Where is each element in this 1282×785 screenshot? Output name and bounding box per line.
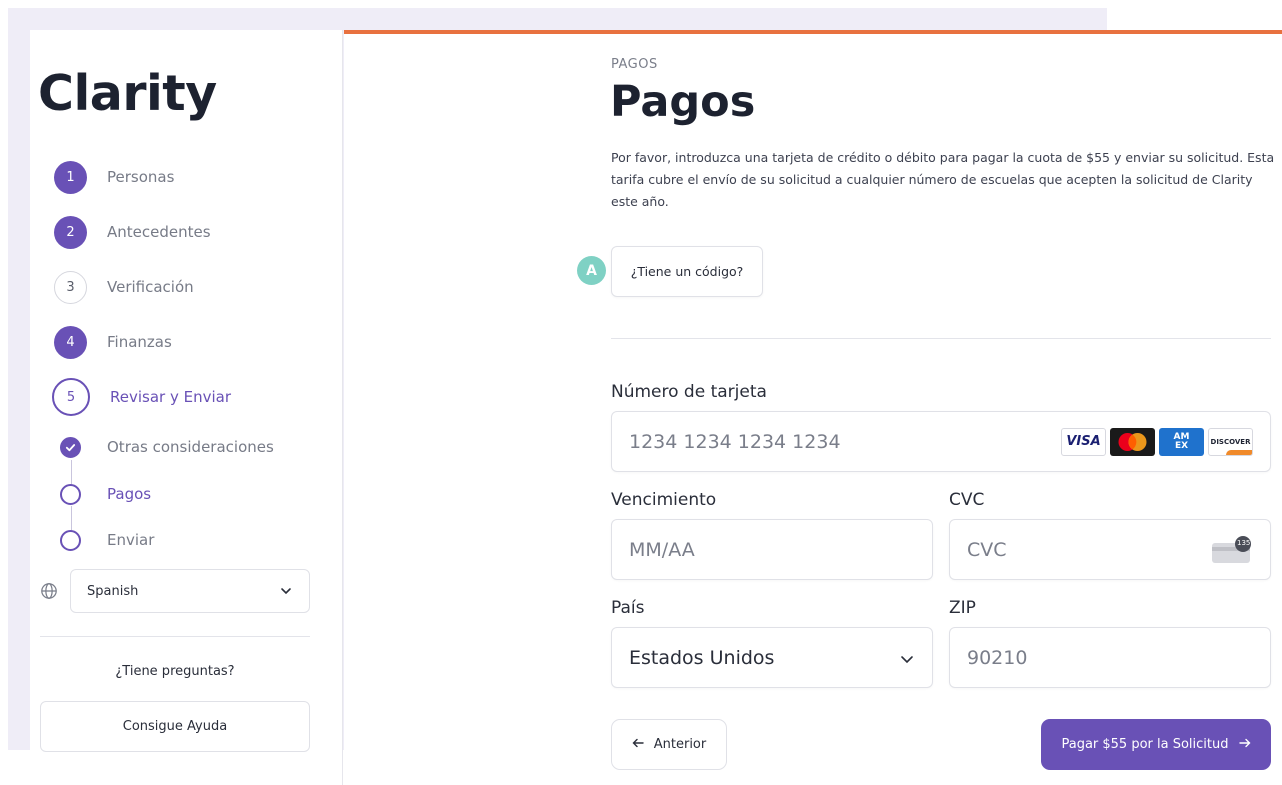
cvc-card-icon: 135: [1211, 535, 1253, 565]
check-icon: [60, 436, 81, 458]
country-select[interactable]: Estados Unidos: [611, 627, 933, 688]
globe-icon: [40, 582, 58, 600]
cvc-label: CVC: [949, 490, 985, 510]
step-label: Personas: [107, 168, 175, 186]
substep-label: Otras consideraciones: [107, 438, 274, 456]
previous-label: Anterior: [653, 737, 707, 752]
discover-icon: DISCOVER: [1208, 427, 1253, 456]
zip-label: ZIP: [949, 598, 976, 618]
language-value: Spanish: [87, 583, 139, 599]
discover-stripe: [1226, 449, 1252, 455]
brand-logo: Clarity: [38, 65, 217, 122]
expiry-label: Vencimiento: [611, 490, 717, 510]
substep-enviar[interactable]: Enviar: [60, 526, 340, 554]
visa-icon: VISA: [1061, 427, 1106, 456]
language-select[interactable]: Spanish: [70, 569, 310, 613]
amex-icon: AM EX: [1159, 427, 1204, 456]
cvc-icon-text: 135: [1237, 538, 1251, 547]
questions-text: ¿Tiene preguntas?: [115, 664, 235, 679]
promo-code-button[interactable]: ¿Tiene un código?: [611, 246, 763, 297]
top-accent-bar: [344, 30, 1282, 34]
zip-value: 90210: [967, 646, 1028, 669]
step-label: Finanzas: [107, 333, 172, 351]
country-value: Estados Unidos: [629, 646, 775, 669]
circle-icon: [60, 529, 81, 551]
amex-text-bottom: EX: [1174, 440, 1189, 451]
circle-icon: [60, 483, 81, 505]
annotation-marker: A: [577, 256, 606, 285]
discover-text: DISCOVER: [1210, 437, 1251, 446]
chevron-down-icon: [899, 650, 915, 666]
page-title: Pagos: [610, 77, 756, 127]
expiry-input[interactable]: [629, 538, 915, 561]
step-revisar-enviar[interactable]: 5 Revisar y Enviar: [52, 378, 334, 416]
card-number-label: Número de tarjeta: [611, 382, 767, 402]
step-label: Verificación: [107, 278, 194, 296]
section-divider: [611, 338, 1271, 339]
cvc-input[interactable]: [967, 538, 1211, 561]
pay-label: Pagar $55 por la Solicitud: [1061, 737, 1229, 752]
step-number: 5: [52, 378, 90, 416]
step-antecedentes[interactable]: 2 Antecedentes: [54, 214, 334, 250]
mastercard-icon: [1110, 427, 1155, 456]
previous-button[interactable]: Anterior: [611, 719, 727, 770]
substep-label: Enviar: [107, 531, 155, 549]
step-verificacion[interactable]: 3 Verificación: [54, 269, 334, 305]
sidebar: Clarity 1 Personas 2 Antecedentes 3 Veri…: [30, 30, 343, 785]
step-number: 3: [54, 270, 87, 304]
zip-field[interactable]: 90210: [949, 627, 1271, 688]
breadcrumb: PAGOS: [611, 57, 658, 72]
substep-otras-consideraciones[interactable]: Otras consideraciones: [60, 433, 340, 461]
get-help-button[interactable]: Consigue Ayuda: [40, 701, 310, 752]
cvc-field[interactable]: 135: [949, 519, 1271, 580]
arrow-left-icon: [632, 737, 644, 752]
country-label: País: [611, 598, 645, 618]
pay-button[interactable]: Pagar $55 por la Solicitud: [1041, 719, 1271, 770]
substep-label: Pagos: [107, 485, 152, 503]
payment-description: Por favor, introduzca una tarjeta de cré…: [611, 150, 1275, 209]
step-number: 2: [54, 215, 87, 249]
card-number-input[interactable]: [629, 430, 1061, 453]
main-content: PAGOS Pagos Por favor, introduzca una ta…: [344, 30, 1282, 785]
sidebar-divider: [40, 636, 310, 637]
step-personas[interactable]: 1 Personas: [54, 159, 334, 195]
step-finanzas[interactable]: 4 Finanzas: [54, 324, 334, 360]
card-brands: VISA AM EX DISCOVER: [1061, 427, 1253, 456]
substep-pagos[interactable]: Pagos: [60, 480, 340, 508]
expiry-field[interactable]: [611, 519, 933, 580]
step-label: Antecedentes: [107, 223, 211, 241]
arrow-right-icon: [1238, 737, 1251, 752]
step-label: Revisar y Enviar: [110, 388, 231, 406]
card-number-field[interactable]: VISA AMEX DISCOVER: [611, 411, 1271, 472]
step-number: 4: [54, 325, 87, 359]
step-number: 1: [54, 160, 87, 194]
chevron-down-icon: [279, 584, 293, 598]
